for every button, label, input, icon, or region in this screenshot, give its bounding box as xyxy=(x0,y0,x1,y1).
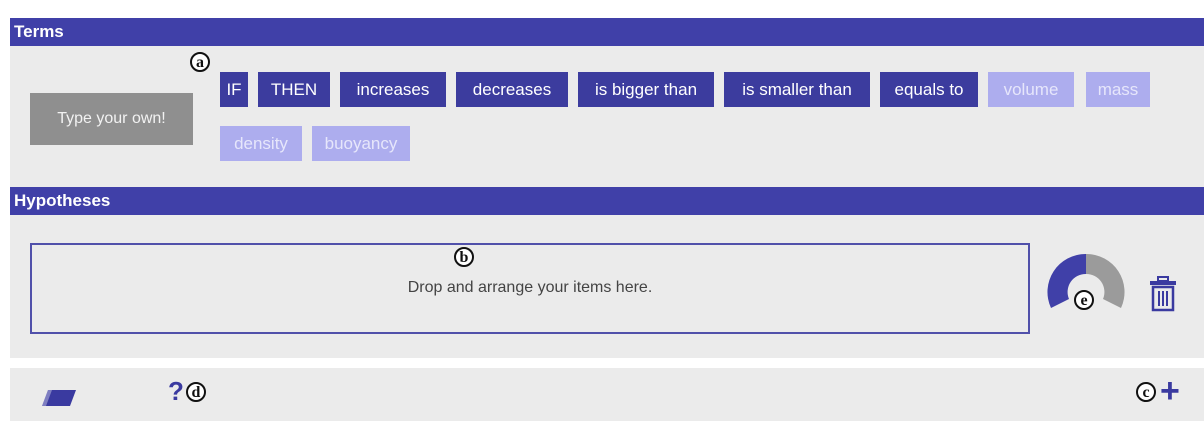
marker-c: c xyxy=(1136,382,1156,402)
hypotheses-header: Hypotheses xyxy=(10,187,1204,215)
term-if[interactable]: IF xyxy=(220,72,248,107)
marker-b: b xyxy=(454,247,474,267)
marker-a: a xyxy=(190,52,210,72)
type-your-own-button[interactable]: Type your own! xyxy=(30,93,193,145)
term-density[interactable]: density xyxy=(220,126,302,161)
term-then[interactable]: THEN xyxy=(258,72,330,107)
term-decreases[interactable]: decreases xyxy=(456,72,568,107)
marker-d: d xyxy=(186,382,206,402)
hypotheses-panel: b Drop and arrange your items here. e xyxy=(10,215,1204,358)
term-mass[interactable]: mass xyxy=(1086,72,1150,107)
trash-icon[interactable] xyxy=(1148,276,1178,312)
eraser-icon[interactable] xyxy=(40,388,78,408)
term-buoyancy[interactable]: buoyancy xyxy=(312,126,410,161)
bottom-toolbar: ? d c + xyxy=(10,368,1204,421)
terms-header: Terms xyxy=(10,18,1204,46)
term-volume[interactable]: volume xyxy=(988,72,1074,107)
hypothesis-dropzone[interactable]: b Drop and arrange your items here. xyxy=(30,243,1030,334)
plus-icon[interactable]: + xyxy=(1160,374,1180,408)
dropzone-hint: Drop and arrange your items here. xyxy=(407,279,653,296)
term-is-bigger-than[interactable]: is bigger than xyxy=(578,72,714,107)
term-equals-to[interactable]: equals to xyxy=(880,72,978,107)
terms-panel: a Type your own! IF THEN increases decre… xyxy=(10,46,1204,187)
help-icon[interactable]: ? xyxy=(168,376,184,406)
marker-e: e xyxy=(1074,290,1094,310)
term-is-smaller-than[interactable]: is smaller than xyxy=(724,72,870,107)
term-increases[interactable]: increases xyxy=(340,72,446,107)
